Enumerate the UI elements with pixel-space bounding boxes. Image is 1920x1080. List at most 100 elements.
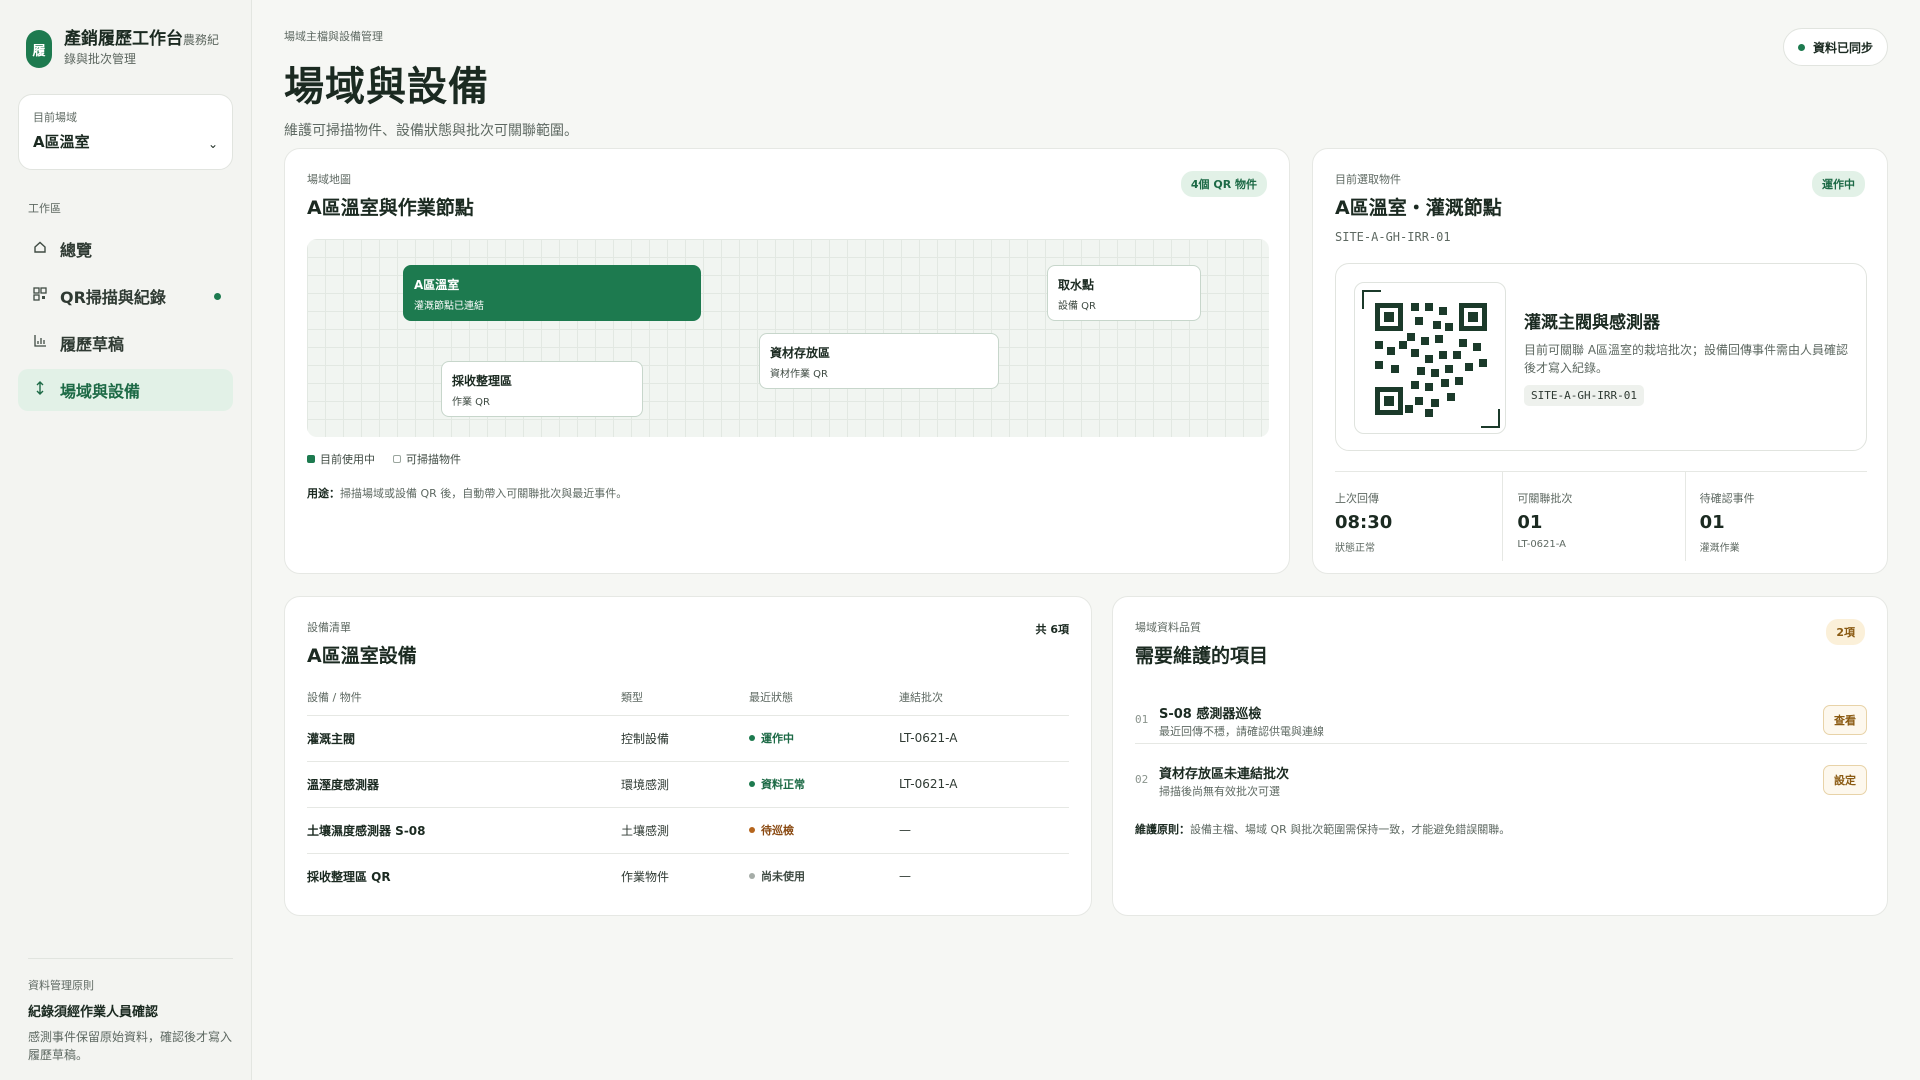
stat-linkable-batches: 可關聯批次 01 LT-0621-A [1503,472,1686,561]
item-title: S-08 感測器巡檢 [1159,707,1262,722]
view-button[interactable]: 查看 [1823,705,1867,735]
status-dot [749,735,755,741]
map-node-greenhouse[interactable]: A區溫室 灌溉節點已連結 [403,265,701,321]
sidebar: 履 產銷履歷工作台農務紀 錄與批次管理 目前場域 A區溫室 ⌄ 工作區 總覽 Q… [0,0,252,1080]
list-item: 02 資材存放區未連結批次 掃描後尚無有效批次可選 設定 [1135,753,1867,813]
list-item: 01 S-08 感測器巡檢 最近回傳不穩，請確認供電與連線 查看 [1135,693,1867,753]
item-number: 01 [1135,713,1149,726]
equipment-name: 溫溼度感測器 [307,761,621,808]
sidebar-item-overview[interactable]: 總覽 [18,228,233,270]
equipment-name: 採收整理區 QR [307,869,391,884]
equipment-type: 控制設備 [621,715,749,762]
home-icon [32,240,48,258]
card-title: 需要維護的項目 [1135,645,1269,667]
footer-title: 紀錄須經作業人員確認 [28,1005,159,1020]
sidebar-item-qr-scan[interactable]: QR掃描與紀錄 [18,275,233,317]
configure-button[interactable]: 設定 [1823,765,1867,795]
equipment-name: 土壤濕度感測器 S-08 [307,807,621,854]
brand: 履 產銷履歷工作台農務紀 錄與批次管理 [26,28,233,68]
item-desc: 最近回傳不穩，請確認供電與連線 [1159,725,1324,738]
site-map: A區溫室 灌溉節點已連結 取水點 設備 QR 資材存放區 資材作業 QR 採收整… [307,239,1269,437]
swap-icon [32,381,48,399]
table-row[interactable]: 溫溼度感測器 環境感測 資料正常 LT-0621-A [307,761,1069,808]
card-kicker: 場域地圖 [307,173,351,186]
site-select-label: 目前場域 [33,111,77,124]
item-title: 資材存放區未連結批次 [1159,767,1290,782]
status-dot [749,873,755,880]
map-node-sub: 作業 QR [452,397,490,408]
brand-title-line: 產銷履歷工作台農務紀 [64,28,219,51]
sidebar-item-sites[interactable]: 場域與設備 [18,369,233,411]
status-label: 資料正常 [761,778,805,791]
map-node-title: 採收整理區 [452,374,513,388]
sync-status-badge: 資料已同步 [1782,28,1888,66]
status-label: 待巡檢 [761,824,794,837]
equipment-batch: LT-0621-A [899,761,1069,808]
map-node-water-point[interactable]: 取水點 設備 QR [1047,265,1201,321]
stat-label: 待確認事件 [1699,492,1755,505]
sidebar-item-label: 場域與設備 [60,382,141,401]
map-node-harvest[interactable]: 採收整理區 作業 QR [441,361,643,417]
stat-note: 灌溉作業 [1699,543,1740,554]
item-number: 02 [1135,773,1149,786]
stat-label: 上次回傳 [1335,492,1379,505]
qr-info: 灌溉主閥與感測器 目前可關聯 A區溫室的栽培批次；設備回傳事件需由人員確認後才寫… [1524,308,1854,406]
equipment-type: 環境感測 [621,761,749,808]
qr-code-icon[interactable] [1354,282,1506,434]
table-row[interactable]: 土壤濕度感測器 S-08 土壤感測 待巡檢 — [307,807,1069,854]
equipment-status: 待巡檢 [749,807,899,854]
table-row[interactable]: 灌溉主閥 控制設備 運作中 LT-0621-A [307,715,1069,762]
status-dot [749,781,755,787]
equipment-type: 土壤感測 [621,807,749,854]
legend-active: 目前使用中 [307,451,375,467]
map-node-storage[interactable]: 資材存放區 資材作業 QR [759,333,999,389]
sidebar-footer: 資料管理原則 紀錄須經作業人員確認 感測事件保留原始資料，確認後才寫入履歷草稿。 [28,958,233,1064]
nav-title: 工作區 [28,202,61,215]
object-code: SITE-A-GH-IRR-01 [1335,230,1451,244]
equipment-list-card: 設備清單 A區溫室設備 共 6項 設備 / 物件 類型 最近狀態 連結批次 灌溉… [284,596,1092,916]
legend-scannable: 可掃描物件 [393,451,461,467]
card-kicker: 設備清單 [307,621,351,634]
stat-label: 可關聯批次 [1517,492,1573,505]
sidebar-item-drafts[interactable]: 履歷草稿 [18,322,233,364]
map-node-title: 取水點 [1058,278,1095,292]
site-select-value: A區溫室 [33,133,90,151]
data-quality-card: 場域資料品質 需要維護的項目 2項 01 S-08 感測器巡檢 最近回傳不穩，請… [1112,596,1888,916]
qr-icon [32,287,48,305]
map-node-title: A區溫室 [414,278,460,292]
note-text: 設備主檔、場域 QR 與批次範圍需保持一致，才能避免錯誤關聯。 [1190,823,1511,836]
stat-note: 狀態正常 [1335,543,1375,554]
map-usage-note: 用途：掃描場域或設備 QR 後，自動帶入可關聯批次與最近事件。 [307,485,627,501]
qr-panel: 灌溉主閥與感測器 目前可關聯 A區溫室的栽培批次；設備回傳事件需由人員確認後才寫… [1335,263,1867,451]
site-select[interactable]: 目前場域 A區溫室 ⌄ [18,94,233,170]
qr-code-tag: SITE-A-GH-IRR-01 [1524,385,1644,406]
brand-subtitle-inline: 農務紀 [183,33,220,47]
sidebar-item-label: 履歷草稿 [60,335,125,354]
divider [1135,743,1867,744]
breadcrumb: 場域主檔與設備管理 [284,30,383,43]
equipment-batch: — [899,807,1069,854]
card-title: A區溫室・灌溉節點 [1335,197,1502,219]
column-header: 連結批次 [899,679,1069,716]
equipment-batch: — [899,869,911,884]
equipment-table: 設備 / 物件 類型 最近狀態 連結批次 灌溉主閥 控制設備 運作中 LT-06… [307,679,1069,899]
stat-value: 01 [1699,512,1725,533]
equipment-name: 灌溉主閥 [307,715,621,762]
item-desc: 掃描後尚無有效批次可選 [1159,785,1280,798]
table-header-row: 設備 / 物件 類型 最近狀態 連結批次 [307,679,1069,716]
equipment-type: 作業物件 [621,869,670,884]
table-row[interactable]: 採收整理區 QR 作業物件 尚未使用 — [307,853,1069,899]
status-label: 尚未使用 [761,870,805,884]
maintenance-note: 維護原則：設備主檔、場域 QR 與批次範圍需保持一致，才能避免錯誤關聯。 [1135,821,1510,837]
page-title: 場域與設備 [284,64,489,110]
issue-count-badge: 2項 [1826,619,1865,645]
equipment-status: 尚未使用 [749,853,899,899]
card-title: A區溫室與作業節點 [307,197,474,219]
brand-subtitle: 錄與批次管理 [64,51,137,66]
column-header: 設備 / 物件 [307,679,621,716]
card-kicker: 目前選取物件 [1335,173,1401,186]
footer-kicker: 資料管理原則 [28,979,94,992]
sidebar-item-label: 總覽 [60,241,93,260]
column-header: 類型 [621,679,749,716]
qr-description: 目前可關聯 A區溫室的栽培批次；設備回傳事件需由人員確認後才寫入紀錄。 [1524,343,1849,375]
